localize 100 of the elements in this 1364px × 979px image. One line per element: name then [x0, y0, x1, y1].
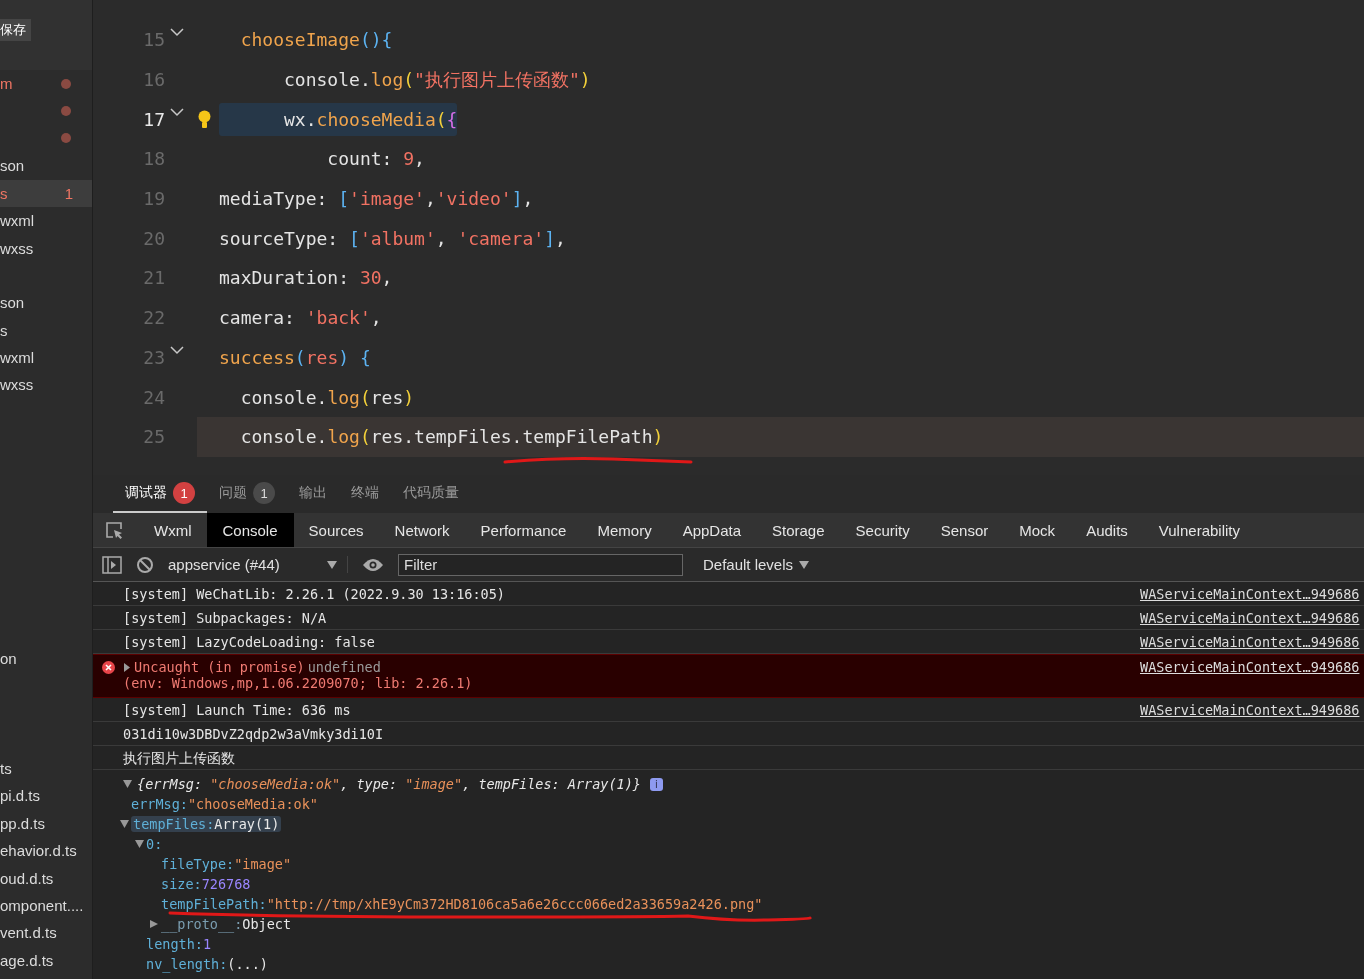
file-item[interactable]: wxml [0, 206, 92, 235]
code-line: success(res) { [219, 345, 371, 370]
property-entry: __proto__:Object [161, 916, 292, 932]
devtools-tab[interactable]: Sources [292, 513, 380, 547]
code-line: count: 9, [326, 147, 425, 172]
property-entry: tempFilePath:"http://tmp/xhE9yCm372HD8106ca5a6e26ccc066ed2a33659a2426.png" [161, 896, 763, 912]
file-item[interactable]: on [0, 645, 92, 673]
property-entry: size:726768 [161, 876, 251, 892]
expand-triangle-icon[interactable] [150, 920, 159, 928]
levels-dropdown[interactable]: Default levels [697, 555, 816, 574]
inspect-icon[interactable] [104, 520, 124, 540]
log-message: [system] Subpackages: N/A [123, 609, 328, 626]
info-badge: i [649, 777, 663, 791]
file-item[interactable]: son [0, 152, 92, 180]
context-dropdown[interactable]: appservice (#44) [168, 556, 348, 573]
lightbulb-icon[interactable] [197, 109, 211, 129]
fold-chevron-icon[interactable] [170, 28, 184, 38]
fold-chevron-icon[interactable] [170, 345, 184, 355]
devtools-tab[interactable]: Network [378, 513, 466, 547]
devtools-tab[interactable]: Security [839, 513, 926, 547]
log-message: [system] LazyCodeLoading: false [123, 633, 376, 650]
property-entry: nv_length:(...) [146, 956, 268, 972]
devtools-tab[interactable]: AppData [666, 513, 757, 547]
devtools-tab[interactable]: Console [206, 513, 294, 547]
line-number: 19 [142, 188, 165, 210]
panel-tab[interactable]: 问题 1 [207, 475, 287, 513]
filter-field[interactable]: Filter [398, 553, 683, 576]
source-link[interactable]: WAServiceMainContext…949686 [1140, 582, 1364, 602]
file-item[interactable]: son [0, 289, 92, 317]
source-link[interactable]: WAServiceMainContext…949686 [1140, 606, 1364, 626]
sidebar-toggle-icon[interactable] [102, 555, 122, 574]
file-item[interactable]: s 1 [0, 179, 92, 207]
file-name: wxss [0, 239, 34, 257]
file-name: m [0, 75, 13, 93]
file-name: s [0, 184, 8, 202]
file-name: oud.d.ts [0, 869, 54, 887]
property-entry: tempFiles:Array(1) [131, 816, 282, 832]
code-line: sourceType: ['album', 'camera'], [219, 226, 566, 251]
error-value: undefined [307, 659, 381, 675]
file-name: wxml [0, 212, 35, 230]
object-summary: {errMsg: "chooseMedia:ok", type: "image", tempFiles: Array(1)} [137, 776, 641, 792]
file-item[interactable]: s [0, 316, 92, 344]
fold-chevron-icon[interactable] [170, 107, 184, 117]
line-number: 20 [142, 227, 165, 249]
line-number: 17 [142, 108, 165, 130]
file-item[interactable]: wxss [0, 234, 92, 262]
file-item[interactable]: oud.d.ts [0, 864, 92, 892]
devtools-tab[interactable]: Performance [464, 513, 583, 547]
code-line: maxDuration: 30, [219, 266, 393, 291]
panel-tab[interactable]: 代码质量 [391, 475, 471, 513]
expand-triangle-icon[interactable] [123, 662, 131, 672]
file-item[interactable]: ts [0, 754, 92, 783]
file-name: vent.d.ts [0, 924, 57, 942]
line-number: 24 [142, 386, 165, 408]
caret-icon [799, 560, 810, 569]
file-item[interactable]: wxss [0, 371, 92, 399]
expand-triangle-icon[interactable] [120, 820, 129, 828]
devtools-tab[interactable]: Storage [756, 513, 841, 547]
file-item[interactable]: vent.d.ts [0, 919, 92, 947]
devtools-tab[interactable]: Sensor [924, 513, 1005, 547]
file-name: ts [0, 759, 12, 777]
devtools-tab[interactable]: Mock [1003, 513, 1072, 547]
file-item[interactable]: pp.d.ts [0, 809, 92, 837]
file-name: son [0, 157, 25, 175]
devtools-tab[interactable]: Audits [1070, 513, 1144, 547]
error-count: 1 [64, 184, 73, 202]
devtools-tab[interactable]: Memory [581, 513, 668, 547]
clear-console-icon[interactable] [136, 555, 154, 574]
code-line: mediaType: ['image','video'], [219, 187, 534, 212]
expand-triangle-icon[interactable] [135, 840, 144, 848]
eye-icon[interactable] [362, 557, 384, 572]
property-entry: errMsg:"chooseMedia:ok" [131, 796, 318, 812]
line-number: 22 [142, 307, 165, 329]
devtools-tab[interactable]: Wxml [138, 513, 208, 547]
save-button[interactable]: 保存 [0, 19, 31, 41]
file-name: on [0, 650, 17, 668]
panel-tab[interactable]: 输出 [287, 475, 339, 513]
file-name: s [0, 321, 8, 339]
source-link[interactable]: WAServiceMainContext…949686 [1140, 698, 1364, 718]
line-number: 15 [142, 29, 165, 51]
property-entry: 0: [146, 836, 163, 852]
error-icon [102, 661, 115, 674]
property-entry: fileType:"image" [161, 856, 292, 872]
file-item[interactable]: age.d.ts [0, 946, 92, 974]
panel-tab[interactable]: 终端 [339, 475, 391, 513]
file-name: ehavior.d.ts [0, 842, 77, 860]
code-line: camera: 'back', [219, 306, 382, 331]
log-message: [system] WeChatLib: 2.26.1 (2022.9.30 13:16:05) [123, 585, 506, 602]
file-item[interactable]: omponent.... [0, 891, 92, 920]
expand-triangle-icon[interactable] [123, 780, 132, 788]
file-item[interactable]: pi.d.ts [0, 782, 92, 810]
source-link[interactable]: WAServiceMainContext…949686 [1140, 630, 1364, 650]
log-message: [system] Launch Time: 636 ms [123, 701, 352, 718]
file-name: pi.d.ts [0, 787, 41, 805]
source-link[interactable]: WAServiceMainContext…949686 [1140, 655, 1364, 675]
file-item[interactable]: wxml [0, 343, 92, 372]
file-name: pp.d.ts [0, 814, 46, 832]
devtools-tab[interactable]: Vulnerability [1142, 513, 1256, 547]
file-item[interactable]: ehavior.d.ts [0, 836, 92, 865]
file-item[interactable]: m [0, 70, 92, 98]
